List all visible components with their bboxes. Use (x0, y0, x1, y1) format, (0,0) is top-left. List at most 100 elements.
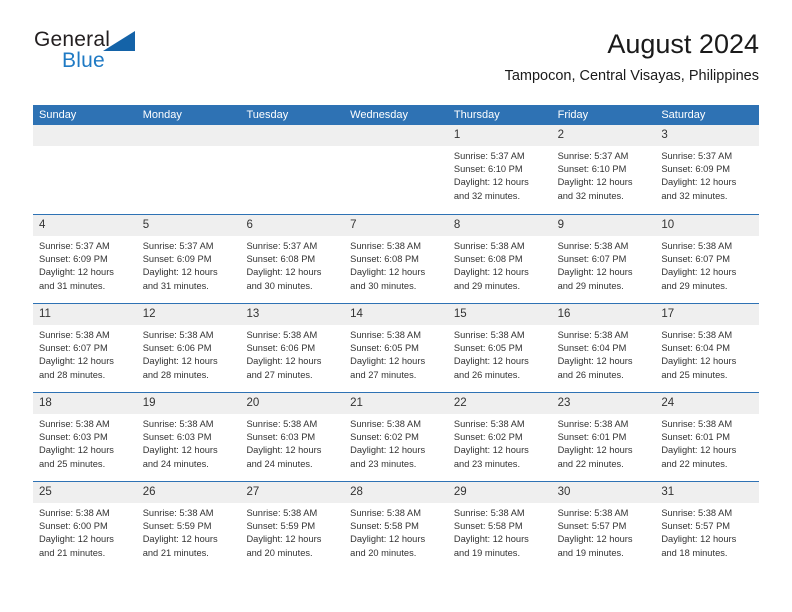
day-number: 8 (447, 215, 552, 236)
sunset-time: Sunset: 6:09 PM (142, 254, 212, 265)
logo-triangle-icon (103, 31, 135, 51)
calendar-page: General Blue August 2024 Tampocon, Centr… (0, 0, 792, 612)
calendar-day-cell[interactable]: 13 Sunrise: 5:38 AM Sunset: 6:06 PM Dayligh… (240, 304, 345, 392)
sunrise-time: Sunrise: 5:38 AM (350, 508, 421, 518)
calendar-day-cell[interactable]: 26 Sunrise: 5:38 AM Sunset: 5:59 PM Dayligh… (136, 482, 241, 570)
sunset-time: Sunset: 6:03 PM (246, 432, 316, 443)
calendar-day-cell[interactable]: 1 Sunrise: 5:37 AM Sunset: 6:10 PM Daylight… (447, 125, 552, 214)
sunrise-time: Sunrise: 5:38 AM (661, 330, 733, 340)
sunset-time: Sunset: 5:59 PM (246, 521, 316, 532)
day-number: 23 (551, 393, 656, 414)
calendar-day-cell[interactable]: 20 Sunrise: 5:38 AM Sunset: 6:03 PM Dayligh… (240, 393, 345, 481)
day-number: 1 (447, 125, 552, 146)
sunset-time: Sunset: 6:05 PM (453, 343, 523, 354)
day-details: Sunrise: 5:38 AM Sunset: 6:07 PM Daylight:… (552, 236, 656, 293)
day-details: Sunrise: 5:38 AM Sunset: 6:03 PM Daylight:… (240, 414, 344, 471)
day-number: 11 (33, 304, 137, 325)
daylight-duration-line1: Daylight: 12 hours (350, 267, 426, 278)
daylight-duration-line2: and 26 minutes. (557, 369, 624, 380)
day-details: Sunrise: 5:38 AM Sunset: 6:04 PM Daylight:… (655, 325, 759, 382)
daylight-duration-line1: Daylight: 12 hours (246, 445, 322, 456)
calendar-day-cell[interactable]: 2 Sunrise: 5:37 AM Sunset: 6:10 PM Daylight… (551, 125, 656, 214)
day-number: 4 (33, 215, 137, 236)
calendar-day-cell[interactable]: 18 Sunrise: 5:38 AM Sunset: 6:03 PM Dayligh… (33, 393, 137, 481)
page-header: General Blue August 2024 Tampocon, Centr… (33, 28, 759, 98)
sunset-time: Sunset: 6:10 PM (557, 164, 627, 175)
calendar-day-cell[interactable]: 30 Sunrise: 5:38 AM Sunset: 5:57 PM Dayligh… (551, 482, 656, 570)
calendar-day-cell[interactable]: 27 Sunrise: 5:38 AM Sunset: 5:59 PM Dayligh… (240, 482, 345, 570)
day-details: Sunrise: 5:38 AM Sunset: 6:01 PM Daylight:… (655, 414, 759, 471)
day-details: Sunrise: 5:38 AM Sunset: 6:08 PM Daylight:… (448, 236, 552, 293)
sunset-time: Sunset: 6:08 PM (453, 254, 523, 265)
daylight-duration-line1: Daylight: 12 hours (350, 445, 426, 456)
calendar-day-cell[interactable]: 15 Sunrise: 5:38 AM Sunset: 6:05 PM Dayligh… (447, 304, 552, 392)
daylight-duration-line2: and 19 minutes. (557, 547, 624, 558)
general-blue-logo[interactable]: General Blue (33, 28, 213, 84)
day-details: Sunrise: 5:38 AM Sunset: 6:02 PM Daylight:… (344, 414, 448, 471)
day-details: Sunrise: 5:38 AM Sunset: 6:08 PM Daylight:… (344, 236, 448, 293)
calendar-day-cell[interactable]: 4 Sunrise: 5:37 AM Sunset: 6:09 PM Daylight… (33, 215, 137, 303)
day-number (136, 125, 241, 146)
day-number: 21 (344, 393, 448, 414)
calendar-day-cell[interactable]: 25 Sunrise: 5:38 AM Sunset: 6:00 PM Dayligh… (33, 482, 137, 570)
calendar-week-row: 25 Sunrise: 5:38 AM Sunset: 6:00 PM Dayligh… (33, 481, 760, 570)
day-number: 25 (33, 482, 137, 503)
daylight-duration-line1: Daylight: 12 hours (661, 534, 737, 545)
sunrise-time: Sunrise: 5:38 AM (39, 508, 110, 518)
sunset-time: Sunset: 6:02 PM (453, 432, 523, 443)
calendar-day-cell[interactable]: 22 Sunrise: 5:38 AM Sunset: 6:02 PM Dayligh… (447, 393, 552, 481)
daylight-duration-line1: Daylight: 12 hours (661, 356, 737, 367)
day-number: 27 (240, 482, 345, 503)
daylight-duration-line1: Daylight: 12 hours (661, 177, 737, 188)
sunrise-time: Sunrise: 5:38 AM (453, 241, 525, 251)
daylight-duration-line2: and 27 minutes. (350, 369, 417, 380)
daylight-duration-line1: Daylight: 12 hours (246, 267, 322, 278)
calendar-day-cell[interactable]: 14 Sunrise: 5:38 AM Sunset: 6:05 PM Dayligh… (344, 304, 448, 392)
calendar-day-cell[interactable]: 16 Sunrise: 5:38 AM Sunset: 6:04 PM Dayligh… (551, 304, 656, 392)
daylight-duration-line1: Daylight: 12 hours (246, 534, 322, 545)
sunrise-time: Sunrise: 5:37 AM (39, 241, 110, 251)
daylight-duration-line2: and 22 minutes. (661, 458, 728, 469)
calendar-day-cell[interactable]: 9 Sunrise: 5:38 AM Sunset: 6:07 PM Daylight… (551, 215, 656, 303)
calendar-day-cell[interactable]: 6 Sunrise: 5:37 AM Sunset: 6:08 PM Daylight… (240, 215, 345, 303)
sunset-time: Sunset: 6:04 PM (557, 343, 627, 354)
day-details: Sunrise: 5:38 AM Sunset: 6:05 PM Daylight:… (448, 325, 552, 382)
day-details: Sunrise: 5:37 AM Sunset: 6:09 PM Daylight:… (137, 236, 241, 293)
day-details: Sunrise: 5:38 AM Sunset: 5:59 PM Daylight:… (240, 503, 344, 560)
day-number: 28 (344, 482, 448, 503)
calendar-day-cell[interactable]: 28 Sunrise: 5:38 AM Sunset: 5:58 PM Dayligh… (344, 482, 448, 570)
daylight-duration-line1: Daylight: 12 hours (39, 267, 114, 278)
calendar-day-cell[interactable]: 19 Sunrise: 5:38 AM Sunset: 6:03 PM Dayligh… (136, 393, 241, 481)
calendar-day-cell[interactable]: 3 Sunrise: 5:37 AM Sunset: 6:09 PM Daylight… (655, 125, 760, 214)
calendar-day-cell[interactable]: 10 Sunrise: 5:38 AM Sunset: 6:07 PM Dayligh… (655, 215, 760, 303)
calendar-day-cell[interactable]: 5 Sunrise: 5:37 AM Sunset: 6:09 PM Daylight… (136, 215, 241, 303)
page-subtitle-location: Tampocon, Central Visayas, Philippines (504, 68, 759, 84)
day-number: 14 (344, 304, 448, 325)
calendar-body: 1 Sunrise: 5:37 AM Sunset: 6:10 PM Daylight… (33, 125, 760, 570)
calendar-day-cell[interactable]: 23 Sunrise: 5:38 AM Sunset: 6:01 PM Dayligh… (551, 393, 656, 481)
sunrise-time: Sunrise: 5:38 AM (350, 241, 421, 251)
day-number (33, 125, 137, 146)
daylight-duration-line1: Daylight: 12 hours (661, 445, 737, 456)
day-number: 7 (344, 215, 448, 236)
sunset-time: Sunset: 6:09 PM (661, 164, 731, 175)
sunrise-time: Sunrise: 5:38 AM (453, 419, 525, 429)
daylight-duration-line1: Daylight: 12 hours (557, 177, 633, 188)
calendar-day-cell[interactable]: 29 Sunrise: 5:38 AM Sunset: 5:58 PM Dayligh… (447, 482, 552, 570)
calendar-day-cell[interactable]: 21 Sunrise: 5:38 AM Sunset: 6:02 PM Dayligh… (344, 393, 448, 481)
sunrise-time: Sunrise: 5:38 AM (142, 508, 214, 518)
sunset-time: Sunset: 6:04 PM (661, 343, 731, 354)
calendar-day-cell[interactable]: 12 Sunrise: 5:38 AM Sunset: 6:06 PM Dayligh… (136, 304, 241, 392)
calendar-day-cell[interactable]: 17 Sunrise: 5:38 AM Sunset: 6:04 PM Dayligh… (655, 304, 760, 392)
calendar-day-cell[interactable]: 31 Sunrise: 5:38 AM Sunset: 5:57 PM Dayligh… (655, 482, 760, 570)
calendar-day-cell[interactable]: 8 Sunrise: 5:38 AM Sunset: 6:08 PM Daylight… (447, 215, 552, 303)
day-number: 31 (655, 482, 760, 503)
day-details: Sunrise: 5:38 AM Sunset: 5:58 PM Daylight:… (344, 503, 448, 560)
day-number: 18 (33, 393, 137, 414)
calendar-day-cell[interactable]: 24 Sunrise: 5:38 AM Sunset: 6:01 PM Dayligh… (655, 393, 760, 481)
day-details: Sunrise: 5:38 AM Sunset: 6:06 PM Daylight:… (137, 325, 241, 382)
calendar-day-cell[interactable]: 7 Sunrise: 5:38 AM Sunset: 6:08 PM Daylight… (344, 215, 448, 303)
calendar-day-cell[interactable]: 11 Sunrise: 5:38 AM Sunset: 6:07 PM Dayligh… (33, 304, 137, 392)
daylight-duration-line2: and 18 minutes. (661, 547, 728, 558)
daylight-duration-line1: Daylight: 12 hours (142, 534, 218, 545)
